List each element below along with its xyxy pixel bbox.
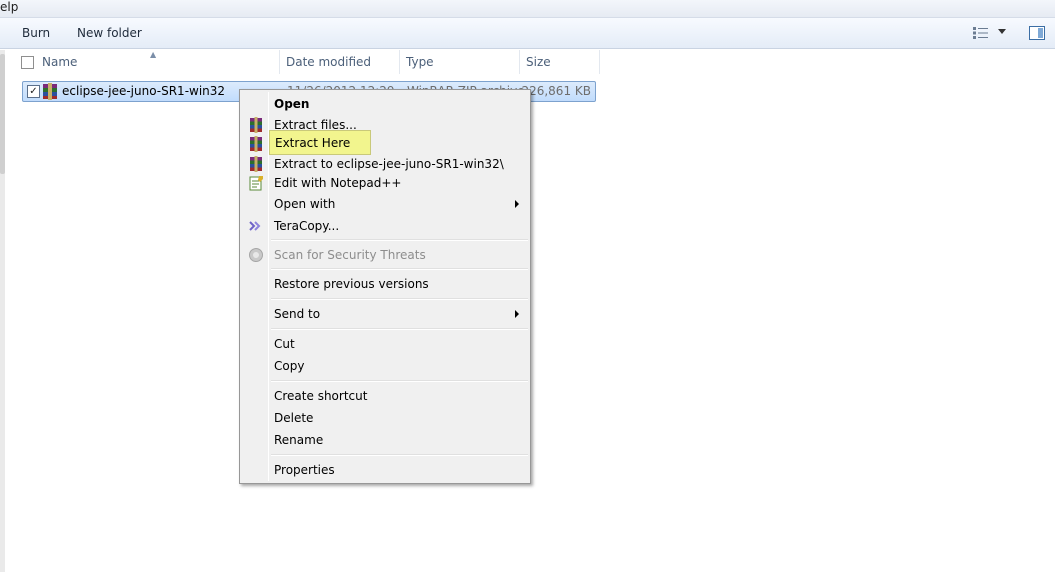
winrar-archive-icon bbox=[43, 83, 57, 100]
file-name: eclipse-jee-juno-SR1-win32 bbox=[62, 84, 226, 98]
menu-separator bbox=[271, 380, 528, 382]
new-folder-button[interactable]: New folder bbox=[77, 26, 142, 40]
file-row-checkbox[interactable]: ✓ bbox=[27, 85, 40, 98]
menu-separator bbox=[271, 454, 528, 456]
menu-item-label: Open with bbox=[274, 197, 336, 211]
menu-help[interactable]: elp bbox=[0, 0, 18, 14]
menu-item-label: Properties bbox=[274, 463, 335, 477]
notepad-plus-plus-icon bbox=[249, 176, 263, 191]
winrar-icon bbox=[250, 136, 262, 152]
column-name[interactable]: Name bbox=[36, 50, 280, 74]
submenu-arrow-icon bbox=[515, 200, 519, 208]
menu-item-copy[interactable]: Copy bbox=[242, 356, 528, 376]
winrar-icon bbox=[250, 156, 262, 172]
menu-item-properties[interactable]: Properties bbox=[242, 460, 528, 480]
column-size[interactable]: Size bbox=[520, 50, 600, 74]
menu-item-label: Send to bbox=[274, 307, 321, 321]
menu-item-label: Create shortcut bbox=[274, 389, 368, 403]
menu-item-open[interactable]: Open bbox=[242, 94, 528, 114]
menu-separator bbox=[271, 328, 528, 330]
menu-item-rename[interactable]: Rename bbox=[242, 430, 528, 450]
menu-item-cut[interactable]: Cut bbox=[242, 334, 528, 354]
security-scan-icon bbox=[249, 248, 263, 262]
winrar-icon bbox=[250, 117, 262, 133]
menu-item-label: Rename bbox=[274, 433, 324, 447]
menu-item-label: Restore previous versions bbox=[274, 277, 429, 291]
menu-item-label: Scan for Security Threats bbox=[274, 248, 426, 262]
menu-item-edit-notepad[interactable]: Edit with Notepad++ bbox=[242, 173, 528, 193]
view-options-icon[interactable] bbox=[973, 27, 989, 39]
menu-item-label: Delete bbox=[274, 411, 314, 425]
menu-separator bbox=[271, 268, 528, 270]
select-all-checkbox[interactable] bbox=[21, 56, 34, 69]
menu-item-create-shortcut[interactable]: Create shortcut bbox=[242, 386, 528, 406]
menu-item-label: Copy bbox=[274, 359, 305, 373]
menu-item-label: Open bbox=[274, 97, 310, 111]
menu-item-send-to[interactable]: Send to bbox=[242, 304, 528, 324]
menu-item-extract-to[interactable]: Extract to eclipse-jee-juno-SR1-win32\ bbox=[242, 154, 528, 174]
menu-separator bbox=[271, 239, 528, 241]
column-type[interactable]: Type bbox=[400, 50, 520, 74]
menu-separator bbox=[271, 298, 528, 300]
tooltip-text: Extract Here bbox=[275, 136, 351, 150]
menu-item-label: Extract to eclipse-jee-juno-SR1-win32\ bbox=[274, 157, 504, 171]
column-header-row: ▲ Name Date modified Type Size bbox=[5, 50, 1055, 74]
teracopy-icon bbox=[249, 221, 261, 231]
menu-item-label: TeraCopy... bbox=[274, 219, 340, 233]
preview-pane-icon[interactable] bbox=[1029, 26, 1045, 40]
menu-item-scan-threats[interactable]: Scan for Security Threats bbox=[242, 245, 528, 265]
menu-item-teracopy[interactable]: TeraCopy... bbox=[242, 216, 528, 236]
menu-item-restore-versions[interactable]: Restore previous versions bbox=[242, 274, 528, 294]
view-dropdown-icon[interactable] bbox=[998, 29, 1006, 34]
command-toolbar: Burn New folder bbox=[0, 18, 1055, 49]
extract-here-tooltip: Extract Here bbox=[269, 130, 371, 155]
submenu-arrow-icon bbox=[515, 310, 519, 318]
menu-bar: elp bbox=[0, 0, 1055, 18]
burn-button[interactable]: Burn bbox=[22, 26, 50, 40]
menu-item-open-with[interactable]: Open with bbox=[242, 194, 528, 214]
file-size: 226,861 KB bbox=[521, 84, 591, 98]
menu-item-label: Edit with Notepad++ bbox=[274, 176, 402, 190]
column-date-modified[interactable]: Date modified bbox=[280, 50, 400, 74]
menu-item-label: Cut bbox=[274, 337, 295, 351]
menu-item-delete[interactable]: Delete bbox=[242, 408, 528, 428]
